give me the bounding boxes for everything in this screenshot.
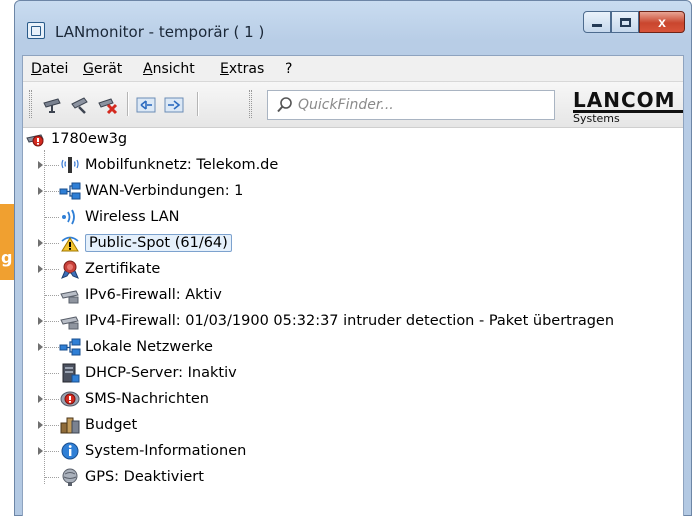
menu-ansicht[interactable]: Ansicht bbox=[143, 61, 195, 77]
gps-icon bbox=[59, 467, 81, 487]
close-button[interactable]: x bbox=[639, 11, 685, 33]
logo-text: LANCOM bbox=[573, 88, 676, 112]
client-area: Datei Gerät Ansicht Extras ? QuickFinder… bbox=[22, 55, 684, 516]
window-controls: x bbox=[583, 11, 685, 35]
selected-tree-label: Public-Spot (61/64) bbox=[85, 234, 232, 252]
window-title: LANmonitor - temporär ( 1 ) bbox=[55, 23, 265, 41]
tree-line bbox=[45, 321, 59, 322]
menu-datei[interactable]: Datei bbox=[31, 61, 68, 77]
network-icon bbox=[59, 181, 81, 201]
toolbar-grip[interactable] bbox=[29, 90, 32, 118]
wireless-icon bbox=[59, 207, 81, 227]
tree-line bbox=[45, 373, 59, 374]
tree-item-public-spot[interactable]: Public-Spot (61/64) bbox=[59, 232, 232, 254]
antenna-icon bbox=[59, 155, 81, 175]
background-fragment-text: g bbox=[1, 248, 13, 267]
maximize-icon bbox=[619, 17, 631, 27]
close-icon: x bbox=[658, 14, 666, 30]
firewall-icon bbox=[59, 285, 81, 305]
expand-toggle[interactable] bbox=[37, 343, 45, 351]
tree-item-wan-verbindungen[interactable]: WAN-Verbindungen: 1 bbox=[59, 180, 243, 202]
budget-icon bbox=[59, 415, 81, 435]
router-error-icon bbox=[25, 129, 47, 149]
tree-item-gps[interactable]: GPS: Deaktiviert bbox=[59, 466, 204, 488]
search-device-icon[interactable] bbox=[69, 94, 91, 116]
minimize-button[interactable] bbox=[583, 11, 611, 33]
tree-item-sms-nachrichten[interactable]: SMS-Nachrichten bbox=[59, 388, 209, 410]
collapse-all-icon[interactable] bbox=[135, 94, 157, 116]
certificate-icon bbox=[59, 259, 81, 279]
info-icon bbox=[59, 441, 81, 461]
toolbar-grip[interactable] bbox=[249, 90, 252, 118]
tree-item-system-informationen[interactable]: System-Informationen bbox=[59, 440, 246, 462]
expand-all-icon[interactable] bbox=[163, 94, 185, 116]
tree-item-mobilfunknetz[interactable]: Mobilfunknetz: Telekom.de bbox=[59, 154, 278, 176]
tree-item-ipv6-firewall[interactable]: IPv6-Firewall: Aktiv bbox=[59, 284, 222, 306]
tree-line bbox=[45, 451, 59, 452]
lancom-logo: LANCOM Systems bbox=[571, 86, 683, 125]
title-bar[interactable]: LANmonitor - temporär ( 1 ) x bbox=[15, 1, 691, 49]
tree-item-lokale-netzwerke[interactable]: Lokale Netzwerke bbox=[59, 336, 213, 358]
quickfinder-input[interactable] bbox=[298, 95, 548, 115]
public-spot-warning-icon bbox=[59, 233, 81, 253]
search-icon bbox=[277, 97, 292, 113]
toolbar-separator bbox=[127, 92, 128, 116]
tree-line bbox=[45, 191, 59, 192]
tree-line bbox=[45, 165, 59, 166]
tree-item-zertifikate[interactable]: Zertifikate bbox=[59, 258, 160, 280]
expand-toggle[interactable] bbox=[37, 161, 45, 169]
maximize-button[interactable] bbox=[611, 11, 639, 33]
expand-toggle[interactable] bbox=[37, 447, 45, 455]
app-icon[interactable] bbox=[27, 22, 45, 39]
lanmonitor-window: LANmonitor - temporär ( 1 ) x Datei Gerä… bbox=[14, 0, 692, 516]
tree-item-budget[interactable]: Budget bbox=[59, 414, 137, 436]
menu-bar: Datei Gerät Ansicht Extras ? bbox=[23, 56, 683, 82]
toolbar-separator bbox=[197, 92, 198, 116]
tree-item-ipv4-firewall[interactable]: IPv4-Firewall: 01/03/1900 05:32:37 intru… bbox=[59, 310, 614, 332]
tree-line bbox=[45, 477, 59, 478]
network-icon bbox=[59, 337, 81, 357]
tree-item-dhcp-server[interactable]: DHCP-Server: Inaktiv bbox=[59, 362, 237, 384]
sms-icon bbox=[59, 389, 81, 409]
delete-device-icon[interactable] bbox=[97, 94, 119, 116]
expand-toggle[interactable] bbox=[37, 187, 45, 195]
logo-subtext: Systems bbox=[573, 112, 620, 125]
menu-help[interactable]: ? bbox=[285, 61, 292, 77]
device-tree: 1780ew3g Mobilfunknetz: Telekom.de WAN-V… bbox=[23, 128, 683, 516]
tree-line bbox=[45, 269, 59, 270]
menu-extras[interactable]: Extras bbox=[220, 61, 264, 77]
tree-root-node[interactable]: 1780ew3g bbox=[25, 128, 127, 150]
tree-line bbox=[45, 243, 59, 244]
tree-line bbox=[45, 295, 59, 296]
tree-root-label: 1780ew3g bbox=[51, 131, 128, 147]
minimize-icon bbox=[592, 23, 602, 27]
tree-line bbox=[45, 399, 59, 400]
tree-item-wireless-lan[interactable]: Wireless LAN bbox=[59, 206, 179, 228]
firewall-icon bbox=[59, 311, 81, 331]
expand-toggle[interactable] bbox=[37, 395, 45, 403]
tree-line bbox=[45, 425, 59, 426]
menu-geraet[interactable]: Gerät bbox=[83, 61, 122, 77]
expand-toggle[interactable] bbox=[37, 239, 45, 247]
toolbar: LANCOM Systems bbox=[23, 82, 683, 128]
expand-toggle[interactable] bbox=[37, 421, 45, 429]
expand-toggle[interactable] bbox=[37, 317, 45, 325]
expand-toggle[interactable] bbox=[37, 265, 45, 273]
tree-line bbox=[45, 347, 59, 348]
tree-line bbox=[45, 217, 59, 218]
server-icon bbox=[59, 363, 81, 383]
quickfinder-field[interactable] bbox=[267, 90, 555, 120]
connect-device-icon[interactable] bbox=[41, 94, 63, 116]
